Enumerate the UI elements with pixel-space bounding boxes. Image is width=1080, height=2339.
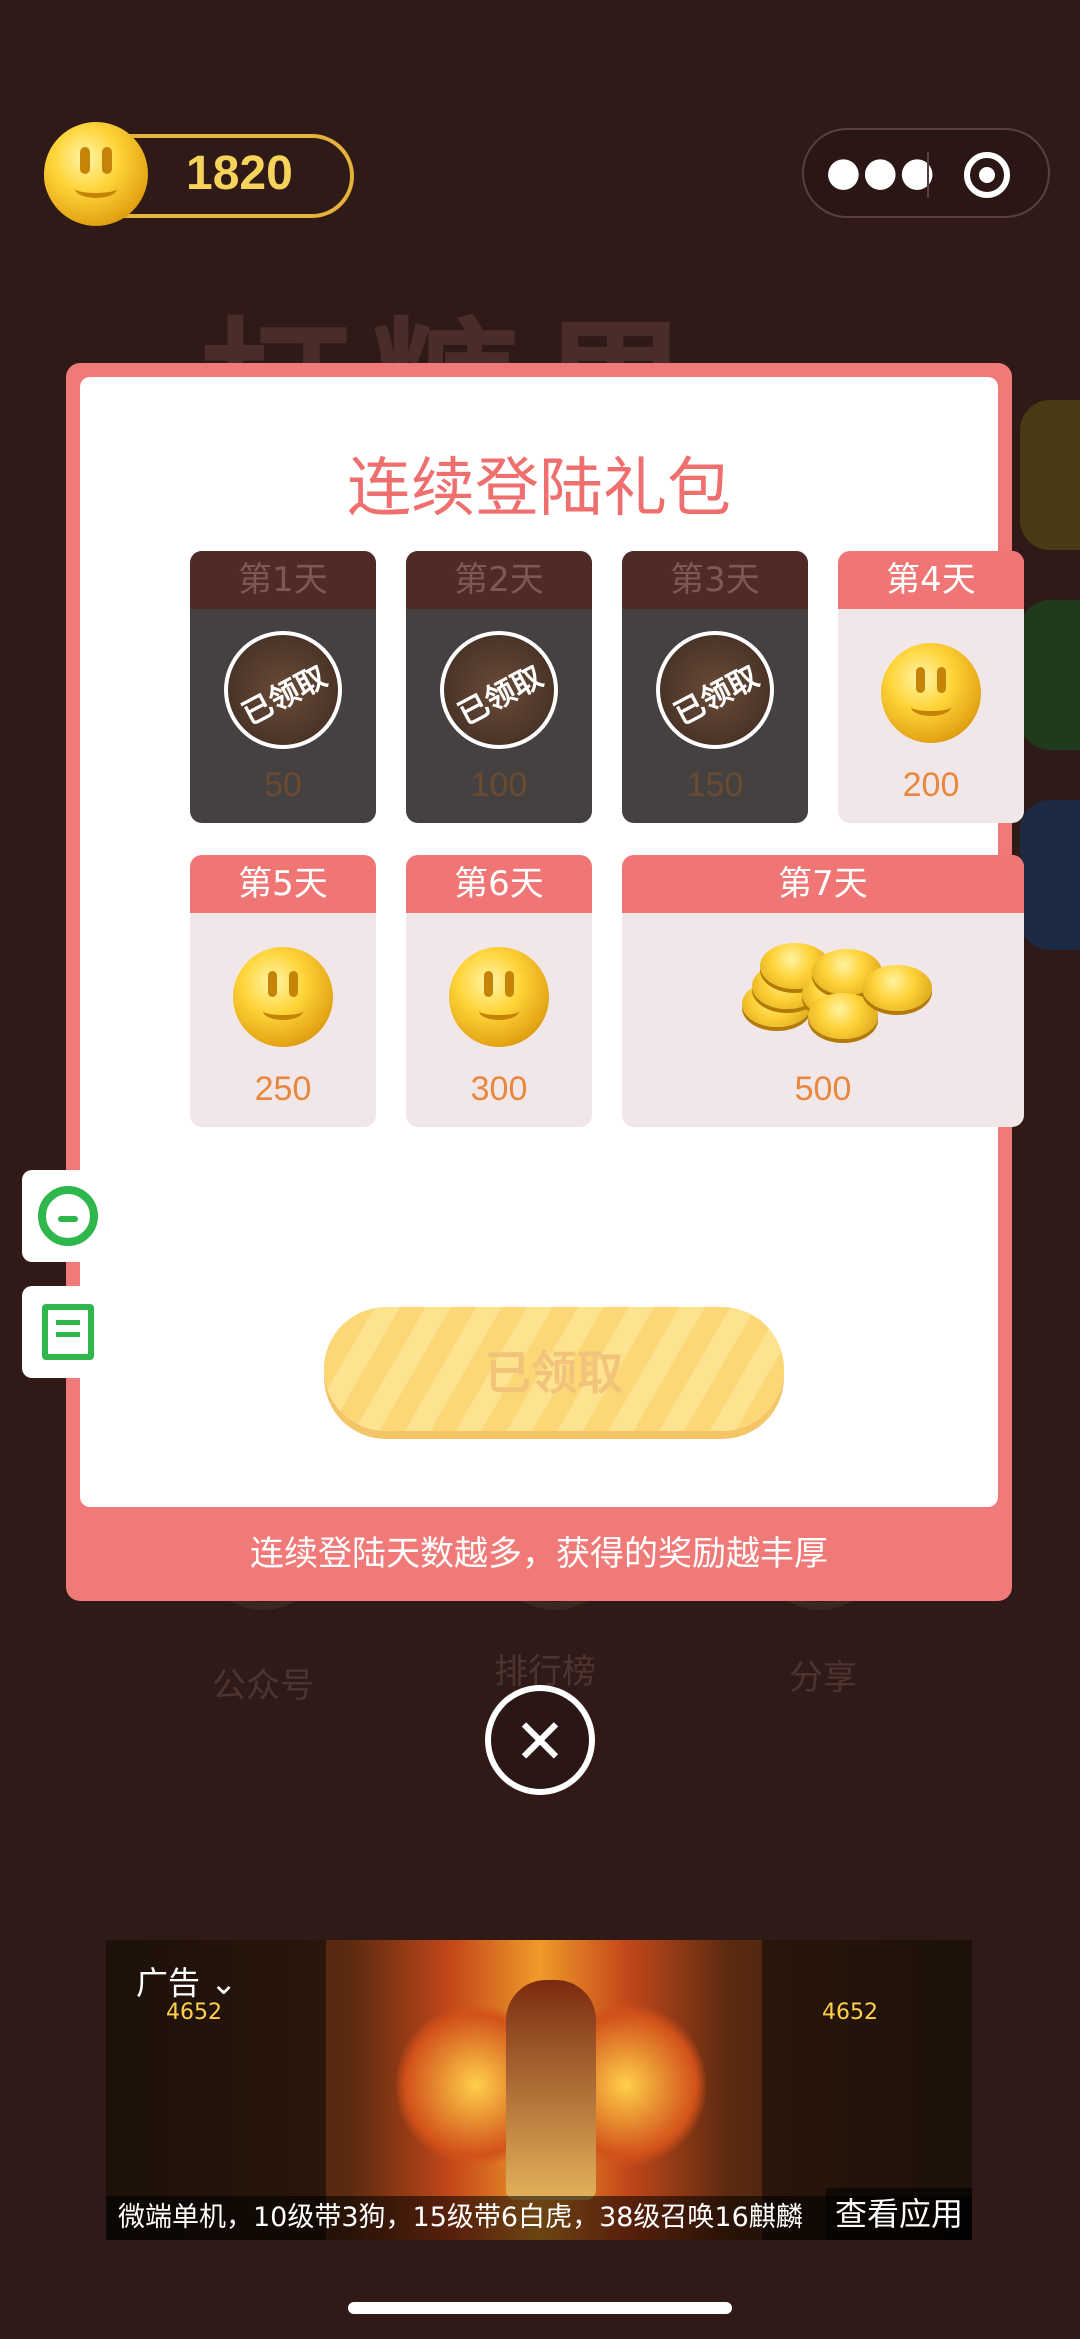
- coin-balance: 1820: [186, 147, 293, 200]
- feedback-button[interactable]: [22, 1286, 114, 1378]
- day-card-1[interactable]: 第1天 已领取 50: [190, 551, 376, 823]
- day-label: 第2天: [406, 551, 592, 609]
- more-icon[interactable]: ●●●: [826, 150, 935, 200]
- day-card-5[interactable]: 第5天 250: [190, 855, 376, 1127]
- claimed-stamp-icon: 已领取: [656, 631, 774, 749]
- bg-side-decor: [1020, 400, 1080, 550]
- day-amount: 300: [470, 1070, 528, 1108]
- bg-label-public-account: 公众号: [212, 1666, 314, 1706]
- close-icon: ✕: [514, 1705, 566, 1778]
- bg-side-decor: [1020, 600, 1080, 750]
- ad-number: 4652: [166, 2000, 222, 2025]
- modal-body: 连续登陆礼包 第1天 已领取 50 第2天 已领取 100 第3天 已领取 15…: [80, 377, 1024, 1507]
- day-label: 第6天: [406, 855, 592, 913]
- day-amount: 500: [794, 1070, 852, 1108]
- day-amount: 200: [902, 766, 960, 804]
- coin-icon: [881, 643, 981, 743]
- ad-banner[interactable]: 广告 ⌄ 4652 4652 微端单机，10级带3狗，15级带6白虎，38级召唤…: [106, 1940, 972, 2240]
- coin-icon: [44, 122, 148, 226]
- day-amount: 50: [264, 766, 302, 804]
- ad-label[interactable]: 广告 ⌄: [136, 1958, 237, 2004]
- day-card-4[interactable]: 第4天 200: [838, 551, 1024, 823]
- claim-button[interactable]: 已领取: [324, 1307, 784, 1431]
- day-amount: 150: [686, 766, 744, 804]
- edit-note-icon: [42, 1304, 94, 1360]
- ad-number: 4652: [822, 2000, 878, 2025]
- day-label: 第4天: [838, 551, 1024, 609]
- coin-icon: [233, 947, 333, 1047]
- coin-pile-icon: [742, 935, 932, 1045]
- ad-view-app-button[interactable]: 查看应用: [826, 2188, 972, 2240]
- close-modal-button[interactable]: ✕: [485, 1685, 595, 1795]
- day-amount: 250: [254, 1070, 312, 1108]
- day-card-7[interactable]: 第7天 500: [622, 855, 1024, 1127]
- home-indicator[interactable]: [348, 2302, 732, 2314]
- chat-icon: [38, 1186, 98, 1246]
- close-miniprogram-icon[interactable]: [964, 152, 1010, 198]
- modal-footer-text: 连续登陆天数越多，获得的奖励越丰厚: [250, 1534, 828, 1574]
- day-card-3[interactable]: 第3天 已领取 150: [622, 551, 808, 823]
- claimed-stamp-icon: 已领取: [440, 631, 558, 749]
- bg-side-decor: [1020, 800, 1080, 950]
- day-label: 第3天: [622, 551, 808, 609]
- bg-label-share: 分享: [789, 1658, 857, 1698]
- ad-character: [506, 1980, 596, 2200]
- day-label: 第7天: [622, 855, 1024, 913]
- coin-icon: [449, 947, 549, 1047]
- day-card-2[interactable]: 第2天 已领取 100: [406, 551, 592, 823]
- login-gift-modal: 连续登陆礼包 第1天 已领取 50 第2天 已领取 100 第3天 已领取 15…: [66, 363, 1024, 1601]
- day-label: 第5天: [190, 855, 376, 913]
- claimed-stamp-icon: 已领取: [224, 631, 342, 749]
- modal-title: 连续登陆礼包: [347, 452, 731, 526]
- day-amount: 100: [470, 766, 528, 804]
- customer-service-button[interactable]: [22, 1170, 114, 1262]
- day-card-6[interactable]: 第6天 300: [406, 855, 592, 1127]
- day-label: 第1天: [190, 551, 376, 609]
- miniprogram-capsule: ●●●: [802, 128, 1050, 218]
